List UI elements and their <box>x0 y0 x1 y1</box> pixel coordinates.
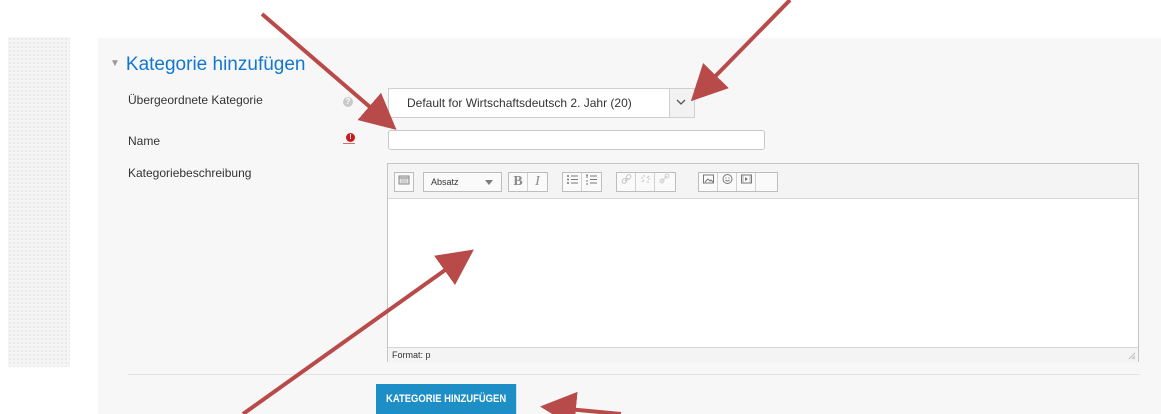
link-group <box>616 172 676 192</box>
format-chevron-icon[interactable] <box>485 180 493 185</box>
format-status: Format: p <box>392 350 431 360</box>
emoticon-icon[interactable] <box>718 173 737 191</box>
editor-toolbar: Absatz B I <box>388 164 1138 199</box>
form-divider <box>128 374 1140 375</box>
unlink-icon[interactable] <box>636 173 655 191</box>
triangle-down-icon[interactable]: ▼ <box>110 52 120 76</box>
parent-category-select[interactable]: Default for Wirtschaftsdeutsch 2. Jahr (… <box>388 88 695 118</box>
parent-category-value: Default for Wirtschaftsdeutsch 2. Jahr (… <box>407 96 632 110</box>
bulleted-list-icon[interactable] <box>563 173 582 191</box>
section-legend[interactable]: ▼ Kategorie hinzufügen <box>110 53 306 77</box>
question-icon[interactable]: ? <box>343 97 353 107</box>
format-value: Absatz <box>431 177 459 187</box>
name-label: Name <box>128 134 161 148</box>
list-group <box>562 172 602 192</box>
add-category-button[interactable]: KATEGORIE HINZUFÜGEN <box>376 384 517 414</box>
extra-tool-slot <box>756 173 775 191</box>
description-label: Kategoriebeschreibung <box>128 166 252 180</box>
insert-group <box>698 172 778 192</box>
name-input[interactable] <box>388 130 765 150</box>
chevron-down-icon[interactable] <box>669 89 694 117</box>
format-select[interactable]: Absatz <box>423 172 502 192</box>
bold-button[interactable]: B <box>509 173 528 191</box>
description-edit-area[interactable] <box>388 199 1138 347</box>
media-icon[interactable] <box>737 173 756 191</box>
editor-statusbar: Format: p <box>388 347 1138 362</box>
image-icon[interactable] <box>699 173 718 191</box>
anchor-icon[interactable] <box>655 173 674 191</box>
text-style-group: B I <box>508 172 548 192</box>
toolbar-toggle-icon[interactable] <box>394 172 414 192</box>
required-underline <box>343 143 355 144</box>
page: ▼ Kategorie hinzufügen Übergeordnete Kat… <box>0 0 1161 414</box>
numbered-list-icon[interactable] <box>582 173 601 191</box>
resize-handle-icon[interactable] <box>1128 352 1136 360</box>
italic-button[interactable]: I <box>528 173 547 191</box>
exclamation-icon: ! <box>343 133 355 147</box>
left-pattern <box>8 37 70 367</box>
parent-category-label: Übergeordnete Kategorie <box>128 93 263 107</box>
required-dot: ! <box>346 133 355 142</box>
description-editor[interactable]: Absatz B I Format: p <box>387 163 1139 362</box>
link-icon[interactable] <box>617 173 636 191</box>
section-title: Kategorie hinzufügen <box>125 54 306 75</box>
